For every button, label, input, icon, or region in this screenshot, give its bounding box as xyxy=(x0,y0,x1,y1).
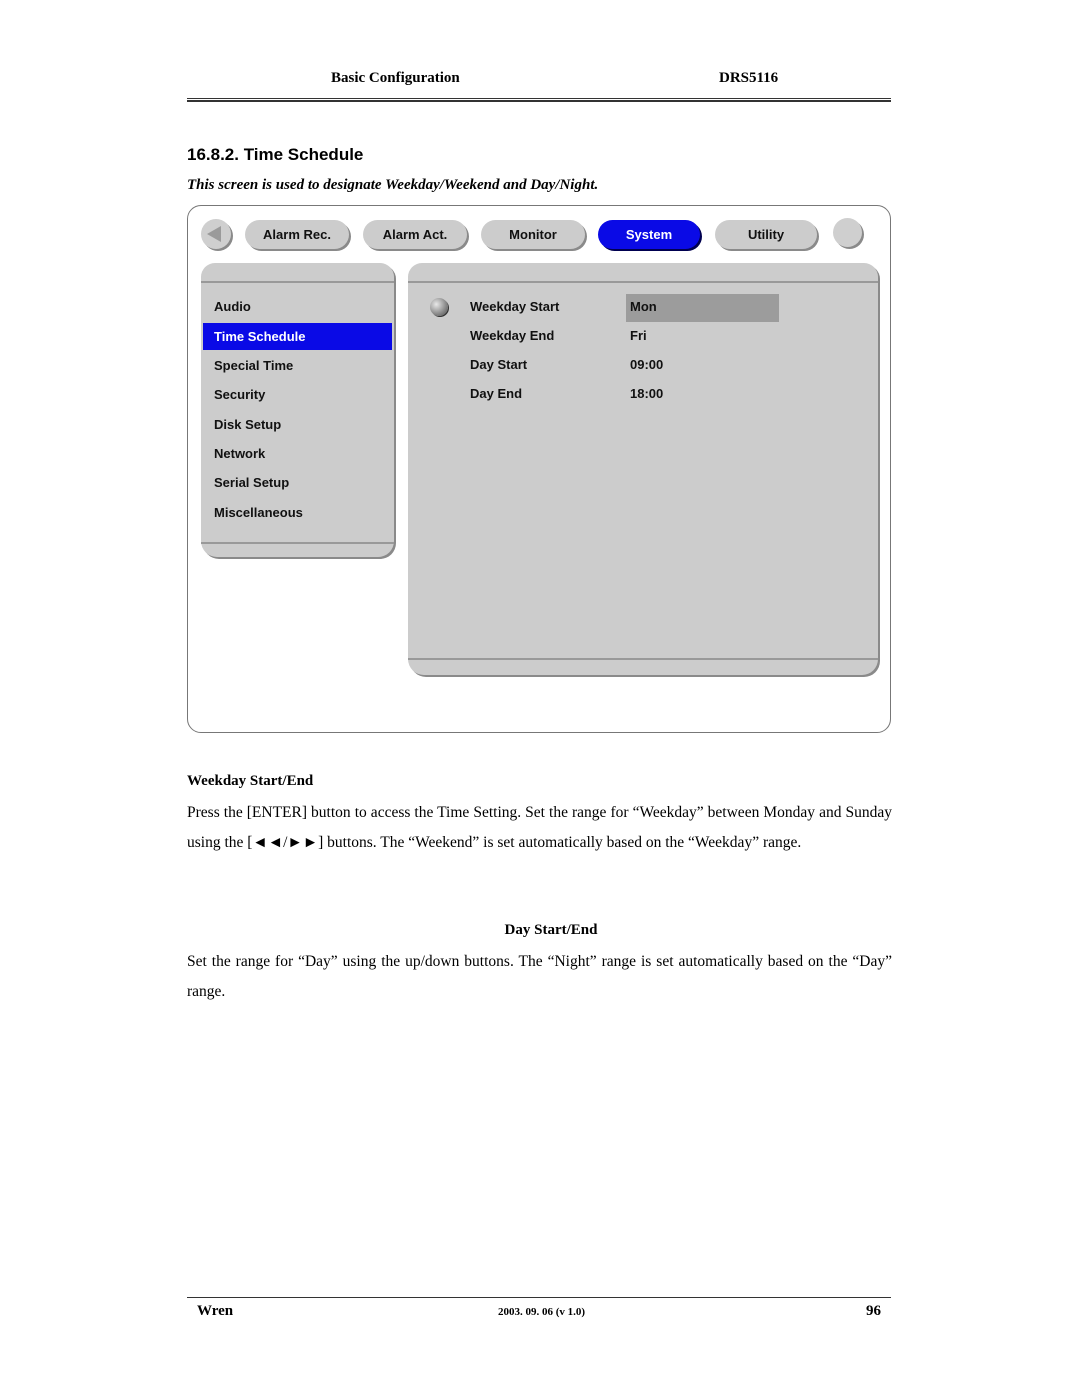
tab-label: System xyxy=(625,227,673,242)
time-schedule-settings-panel xyxy=(408,263,878,675)
menu-item-special-time[interactable]: Special Time xyxy=(203,352,392,379)
tab-utility[interactable]: Utility xyxy=(715,220,817,249)
header-divider xyxy=(187,98,891,102)
tab-label: Monitor xyxy=(509,227,557,242)
weekday-paragraph: Press the [ENTER] button to access the T… xyxy=(187,804,892,851)
menu-item-audio[interactable]: Audio xyxy=(203,293,392,320)
nav-back-button[interactable] xyxy=(201,219,231,249)
tab-label: Alarm Rec. xyxy=(263,227,331,242)
menu-item-serial-setup[interactable]: Serial Setup xyxy=(203,469,392,496)
weekday-heading: Weekday Start/End xyxy=(187,773,314,789)
section-title: 16.8.2. Time Schedule xyxy=(187,145,364,164)
left-triangle-icon xyxy=(207,226,221,242)
weekday-start-label: Weekday Start xyxy=(470,299,560,314)
weekday-start-value[interactable]: Mon xyxy=(630,299,657,314)
section-subtitle: This screen is used to designate Weekday… xyxy=(187,177,599,193)
weekday-end-label: Weekday End xyxy=(470,328,555,343)
menu-item-time-schedule[interactable]: Time Schedule xyxy=(203,323,392,350)
day-end-label: Day End xyxy=(470,386,523,401)
doc-header-title: Basic Configuration xyxy=(331,70,460,86)
tab-label: Utility xyxy=(747,227,785,242)
weekday-end-value[interactable]: Fri xyxy=(630,328,647,343)
tab-alarm-rec[interactable]: Alarm Rec. xyxy=(245,220,349,249)
selection-cursor-icon xyxy=(430,298,448,316)
panel-divider xyxy=(408,658,878,660)
menu-item-security[interactable]: Security xyxy=(203,381,392,408)
panel-divider xyxy=(408,281,878,283)
panel-divider xyxy=(201,281,394,283)
panel-divider xyxy=(201,542,394,544)
nav-forward-button[interactable] xyxy=(833,218,862,247)
tab-system[interactable]: System xyxy=(598,220,700,249)
footer-version: 2003. 09. 06 (v 1.0) xyxy=(498,1306,586,1318)
doc-header-model: DRS5116 xyxy=(719,70,779,86)
tab-alarm-act[interactable]: Alarm Act. xyxy=(363,220,467,249)
footer-divider xyxy=(187,1297,891,1298)
tab-monitor[interactable]: Monitor xyxy=(481,220,585,249)
tab-label: Alarm Act. xyxy=(382,227,448,242)
menu-item-network[interactable]: Network xyxy=(203,440,392,467)
system-menu-panel: Audio Time Schedule Special Time Securit… xyxy=(201,263,394,557)
menu-item-miscellaneous[interactable]: Miscellaneous xyxy=(203,499,392,526)
day-heading: Day Start/End xyxy=(504,922,598,938)
footer-company: Wren xyxy=(197,1303,234,1319)
day-end-value[interactable]: 18:00 xyxy=(630,386,663,401)
menu-item-disk-setup[interactable]: Disk Setup xyxy=(203,411,392,438)
day-paragraph: Set the range for “Day” using the up/dow… xyxy=(187,953,892,1000)
day-start-value[interactable]: 09:00 xyxy=(630,357,663,372)
page-number: 96 xyxy=(866,1303,881,1319)
day-start-label: Day Start xyxy=(470,357,528,372)
